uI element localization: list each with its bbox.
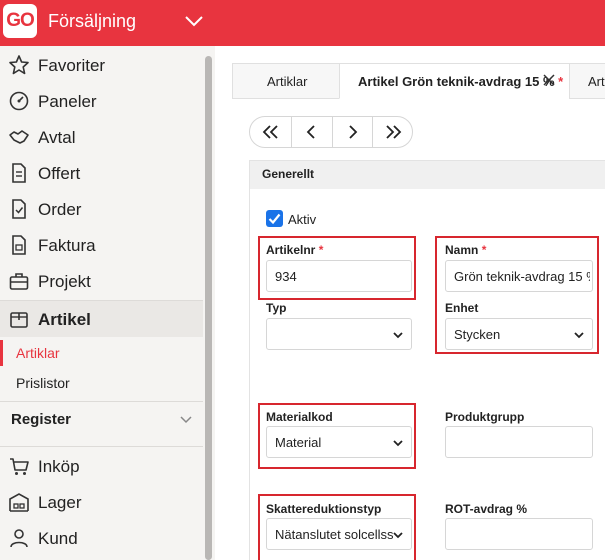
tab-label: Arti — [588, 74, 605, 89]
chevron-right-icon — [349, 125, 358, 139]
next-record-button[interactable] — [333, 117, 373, 147]
double-chevron-right-icon — [386, 125, 402, 139]
gauge-icon — [9, 91, 29, 111]
sidebar-item-projekt[interactable]: Projekt — [0, 263, 203, 299]
checkmark-icon — [268, 213, 281, 225]
sidebar-section-register[interactable]: Register — [0, 402, 203, 436]
document-icon — [12, 163, 26, 183]
card-title: Generellt — [262, 167, 315, 181]
produktgrupp-label: Produktgrupp — [445, 410, 525, 424]
tab-arti[interactable]: Arti — [569, 63, 605, 99]
sidebar-divider — [0, 446, 203, 447]
sidebar-item-label: Order — [38, 200, 82, 219]
previous-record-button[interactable] — [292, 117, 332, 147]
sidebar-item-label: Projekt — [38, 272, 91, 291]
active-indicator — [0, 340, 3, 366]
app-title[interactable]: Försäljning — [48, 11, 136, 32]
record-navigation — [249, 116, 413, 148]
highlight-box — [258, 403, 416, 469]
sidebar-item-artikel[interactable]: Artikel — [0, 301, 203, 337]
double-chevron-left-icon — [262, 125, 278, 139]
sidebar: Favoriter Paneler Avtal Offert Order Fak… — [0, 46, 203, 560]
warehouse-icon — [9, 493, 29, 512]
highlight-box — [435, 236, 599, 354]
sidebar-item-inkop[interactable]: Inköp — [0, 448, 203, 484]
sidebar-item-kund[interactable]: Kund — [0, 520, 203, 556]
active-label: Aktiv — [288, 212, 317, 227]
close-icon[interactable] — [541, 72, 557, 88]
sidebar-item-label: Paneler — [38, 92, 97, 111]
handshake-icon — [9, 130, 29, 144]
sidebar-item-avtal[interactable]: Avtal — [0, 119, 203, 155]
sidebar-item-faktura[interactable]: Faktura — [0, 227, 203, 263]
sidebar-subitem-artiklar[interactable]: Artiklar — [16, 345, 60, 361]
produktgrupp-input[interactable] — [445, 426, 593, 458]
star-icon — [9, 55, 29, 75]
sidebar-item-order[interactable]: Order — [0, 191, 203, 227]
rot-avdrag-input[interactable] — [445, 518, 593, 550]
sidebar-item-label: Kund — [38, 529, 78, 548]
highlight-box — [258, 236, 416, 300]
first-record-button[interactable] — [251, 117, 291, 147]
person-icon — [10, 529, 28, 548]
box-icon — [10, 312, 28, 328]
sidebar-item-favoriter[interactable]: Favoriter — [0, 47, 203, 83]
sidebar-subitem-prislistor[interactable]: Prislistor — [16, 375, 70, 391]
sidebar-item-label: Faktura — [38, 236, 96, 255]
sidebar-item-label: Artikel — [38, 310, 91, 329]
active-checkbox[interactable] — [266, 210, 283, 227]
typ-label: Typ — [266, 301, 287, 315]
go-logo[interactable]: GO — [3, 4, 37, 38]
last-record-button[interactable] — [373, 117, 412, 147]
chevron-left-icon — [306, 125, 315, 139]
sidebar-scrollbar-thumb[interactable] — [205, 56, 212, 560]
sidebar-item-lager[interactable]: Lager — [0, 484, 203, 520]
cart-icon — [10, 458, 29, 475]
check-document-icon — [12, 199, 26, 219]
highlight-box — [258, 494, 416, 560]
sidebar-item-label: Avtal — [38, 128, 76, 147]
tab-bar: Artiklar Artikel Grön teknik-avdrag 15 %… — [232, 63, 605, 99]
briefcase-icon — [9, 273, 29, 290]
sidebar-item-label: Offert — [38, 164, 81, 183]
invoice-icon — [12, 235, 26, 255]
sidebar-item-label: Lager — [38, 493, 82, 512]
typ-select[interactable] — [266, 318, 412, 350]
tab-artiklar[interactable]: Artiklar — [232, 63, 340, 99]
tab-label: Artiklar — [267, 74, 308, 89]
tab-label: Artikel Grön teknik-avdrag 15 % * — [358, 74, 564, 89]
chevron-down-icon — [180, 416, 192, 424]
sidebar-item-label: Favoriter — [38, 56, 106, 75]
sidebar-item-label: Inköp — [38, 457, 80, 476]
rot-avdrag-label: ROT-avdrag % — [445, 502, 528, 516]
top-bar: GO Försäljning — [0, 0, 605, 46]
chevron-down-icon — [393, 332, 403, 339]
sidebar-item-paneler[interactable]: Paneler — [0, 83, 203, 119]
card-header: Generellt — [250, 161, 605, 189]
register-label: Register — [11, 411, 72, 428]
sidebar-item-offert[interactable]: Offert — [0, 155, 203, 191]
chevron-down-icon[interactable] — [183, 12, 205, 30]
tab-artikel-active[interactable]: Artikel Grön teknik-avdrag 15 % * — [339, 63, 570, 99]
